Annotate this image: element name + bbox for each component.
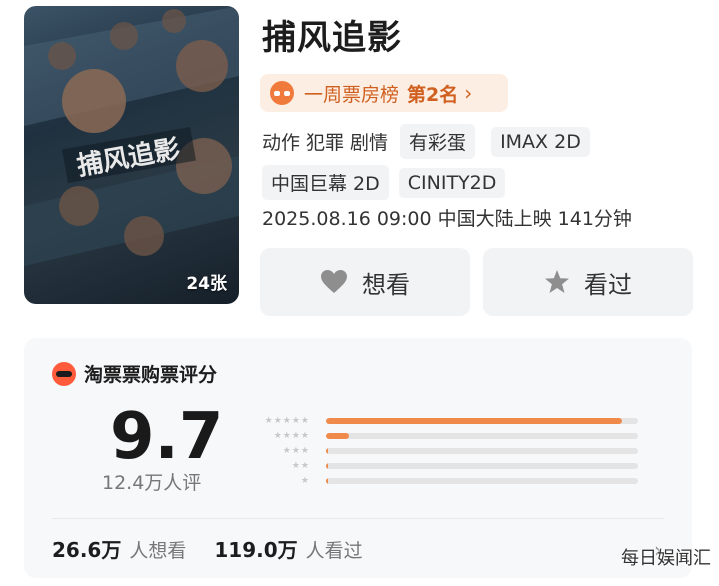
rating-count: 12.4万人评 <box>102 472 202 494</box>
divider <box>52 518 664 519</box>
box-office-rank-badge[interactable]: 一周票房榜 第2名 › <box>260 74 508 112</box>
want-count: 26.6万 <box>52 538 122 562</box>
want-to-watch-button[interactable]: 想看 <box>260 248 470 316</box>
format-tag: 中国巨幕 2D <box>262 165 389 200</box>
rating-bar-fill <box>326 478 328 484</box>
want-to-watch-label: 想看 <box>362 270 410 299</box>
star-level-icon: ★★★★ <box>273 431 310 441</box>
taopiaopiao-logo-icon <box>52 361 76 386</box>
poster-image-count: 24张 <box>186 274 227 294</box>
audience-stats: 26.6万 人想看 119.0万 人看过 <box>52 534 391 563</box>
star-level-icon: ★★★★★ <box>264 416 310 426</box>
rating-score: 9.7 <box>110 400 224 474</box>
rating-bar-track <box>326 463 638 469</box>
rating-source-label: 淘票票购票评分 <box>84 364 218 386</box>
poster-artwork: 捕风追影 <box>24 6 239 266</box>
rating-bar-fill <box>326 448 329 454</box>
rank-position: 第2名 <box>407 83 459 106</box>
ticket-mascot-icon <box>270 81 294 105</box>
rating-bar-track <box>326 448 638 454</box>
movie-poster[interactable]: 捕风追影 24张 <box>24 6 239 304</box>
genre-tag: 剧情 <box>350 132 389 154</box>
star-level-icon: ★★ <box>291 461 310 471</box>
rank-label: 一周票房榜 <box>304 83 400 106</box>
watermark: 每日娱闻汇 <box>621 548 711 569</box>
rating-bar-track <box>326 478 638 484</box>
movie-title: 捕风追影 <box>262 18 402 58</box>
genre-tag: 犯罪 <box>306 132 345 154</box>
seen-count: 119.0万 <box>214 538 298 562</box>
star-level-icon: ★★★ <box>282 446 310 456</box>
rating-bar-fill <box>326 433 350 439</box>
genre-tag: 动作 <box>262 132 301 154</box>
watched-label: 看过 <box>584 270 632 299</box>
chevron-right-icon: › <box>464 81 473 105</box>
rating-bar-fill <box>326 463 328 469</box>
rating-bar-track <box>326 418 638 424</box>
rating-bar-track <box>326 433 638 439</box>
seen-count-label: 人看过 <box>305 540 363 562</box>
rating-bar-fill <box>326 418 623 424</box>
format-tags-row: 中国巨幕 2D CINITY2D <box>262 165 515 200</box>
star-icon <box>545 270 569 293</box>
rating-card[interactable]: 淘票票购票评分 9.7 12.4万人评 ★★★★★ ★★★★ ★★★ ★★ ★ 26.6… <box>24 338 692 578</box>
watched-button[interactable]: 看过 <box>483 248 693 316</box>
format-tag: IMAX 2D <box>491 126 590 157</box>
rating-source-header: 淘票票购票评分 <box>52 360 217 387</box>
format-tag: 有彩蛋 <box>400 124 476 159</box>
heart-icon <box>321 270 347 293</box>
want-count-label: 人想看 <box>129 540 187 562</box>
star-level-icon: ★ <box>300 476 310 486</box>
genre-tags-row: 动作 犯罪 剧情 有彩蛋 IMAX 2D <box>262 124 600 159</box>
format-tag: CINITY2D <box>398 167 506 198</box>
release-info: 2025.08.16 09:00 中国大陆上映 141分钟 <box>262 208 632 230</box>
